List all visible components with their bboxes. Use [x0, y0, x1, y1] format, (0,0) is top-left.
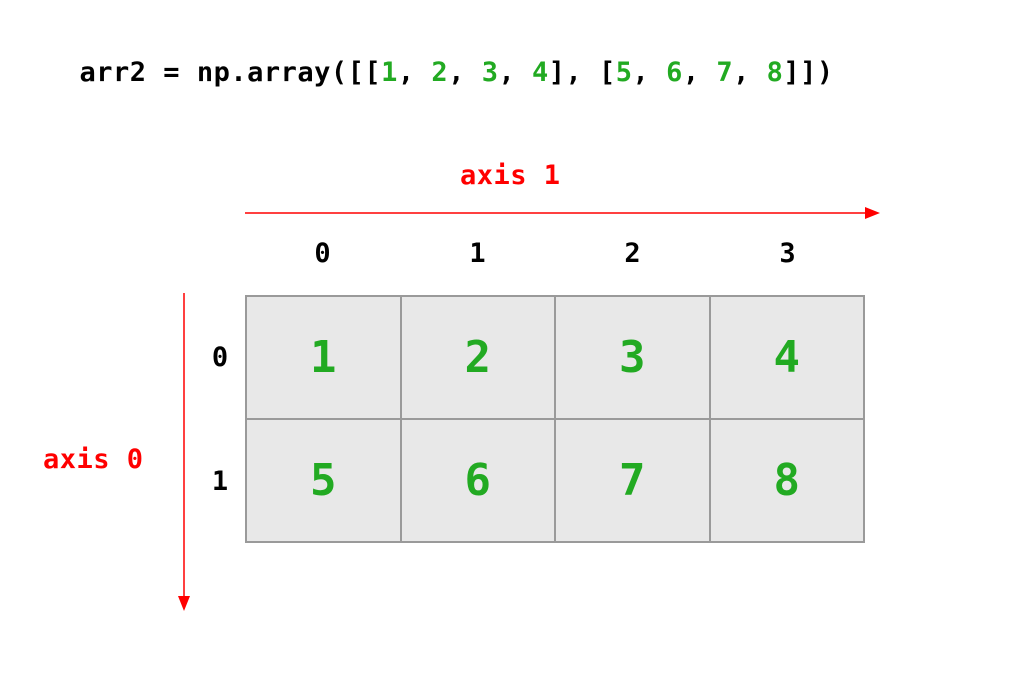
array-grid: 1 2 3 4 5 6 7 8 [245, 295, 865, 543]
code-prefix: np.array([[ [197, 57, 381, 88]
col-idx-3: 3 [710, 238, 865, 269]
axis1-label: axis 1 [460, 160, 561, 191]
cell-1-0: 5 [246, 419, 401, 542]
row-indices: 0 1 [200, 295, 240, 543]
cell-1-1: 6 [401, 419, 556, 542]
cell-0-3: 4 [710, 296, 865, 419]
code-n6: 6 [666, 57, 683, 88]
row-idx-1: 1 [200, 419, 240, 543]
axis1-arrow-icon [245, 204, 880, 222]
code-line: arr2 = np.array([[1, 2, 3, 4], [5, 6, 7,… [46, 26, 834, 88]
code-var: arr2 [80, 57, 147, 88]
code-n7: 7 [716, 57, 733, 88]
code-assign: = [147, 57, 197, 88]
code-n5: 5 [616, 57, 633, 88]
code-c5: , [633, 57, 667, 88]
code-c7: , [733, 57, 767, 88]
row-idx-0: 0 [200, 295, 240, 419]
col-idx-0: 0 [245, 238, 400, 269]
code-c6: , [683, 57, 717, 88]
code-n8: 8 [767, 57, 784, 88]
code-n3: 3 [482, 57, 499, 88]
code-suffix: ]]) [783, 57, 833, 88]
code-n2: 2 [431, 57, 448, 88]
code-c2: , [448, 57, 482, 88]
cell-0-0: 1 [246, 296, 401, 419]
cell-1-3: 8 [710, 419, 865, 542]
code-c1: , [398, 57, 432, 88]
axis0-arrow-icon [175, 293, 193, 611]
cell-0-1: 2 [401, 296, 556, 419]
cell-0-2: 3 [555, 296, 710, 419]
col-idx-2: 2 [555, 238, 710, 269]
code-mid: ], [ [549, 57, 616, 88]
column-indices: 0 1 2 3 [245, 238, 865, 269]
code-n4: 4 [532, 57, 549, 88]
cell-1-2: 7 [555, 419, 710, 542]
axis0-label: axis 0 [43, 444, 144, 475]
code-c3: , [498, 57, 532, 88]
col-idx-1: 1 [400, 238, 555, 269]
code-n1: 1 [381, 57, 398, 88]
